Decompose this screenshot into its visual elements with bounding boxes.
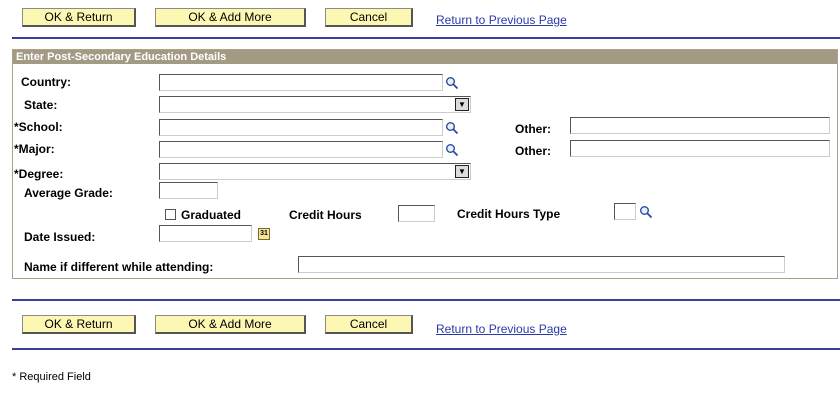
degree-label: *Degree: [14, 167, 64, 181]
ok-return-button-bottom[interactable]: OK & Return [22, 315, 136, 334]
state-select[interactable]: ▼ [159, 96, 471, 113]
graduated-checkbox[interactable] [165, 209, 176, 220]
country-input[interactable] [159, 74, 443, 91]
country-lookup-icon[interactable] [445, 76, 459, 90]
state-dropdown-icon[interactable]: ▼ [455, 98, 469, 111]
return-previous-link-top[interactable]: Return to Previous Page [436, 13, 567, 27]
middle-divider [12, 299, 840, 301]
credit-hours-input[interactable] [398, 205, 435, 222]
education-details-panel: Enter Post-Secondary Education Details C… [12, 49, 838, 279]
required-field-note: * Required Field [12, 371, 91, 383]
school-label: *School: [14, 120, 63, 134]
calendar-icon[interactable]: 31 [258, 228, 270, 240]
date-issued-label: Date Issued: [24, 230, 96, 244]
school-lookup-icon[interactable] [445, 121, 459, 135]
name-different-label: Name if different while attending: [24, 260, 214, 274]
name-different-input[interactable] [298, 256, 785, 273]
section-title: Enter Post-Secondary Education Details [13, 50, 837, 64]
major-lookup-icon[interactable] [445, 143, 459, 157]
graduated-label: Graduated [181, 208, 242, 222]
major-label: *Major: [14, 142, 55, 156]
credit-hours-type-lookup-icon[interactable] [639, 205, 653, 219]
return-previous-link-bottom[interactable]: Return to Previous Page [436, 322, 567, 336]
major-other-label: Other: [515, 144, 551, 158]
major-input[interactable] [159, 141, 443, 158]
country-label: Country: [21, 75, 71, 89]
ok-add-more-button-bottom[interactable]: OK & Add More [155, 315, 306, 334]
credit-hours-label: Credit Hours [289, 208, 362, 222]
major-other-input[interactable] [570, 140, 830, 157]
degree-dropdown-icon[interactable]: ▼ [455, 165, 469, 178]
degree-select[interactable]: ▼ [159, 163, 471, 180]
credit-hours-type-label: Credit Hours Type [457, 207, 561, 221]
state-label: State: [24, 98, 58, 112]
ok-return-button-top[interactable]: OK & Return [22, 8, 136, 27]
average-grade-input[interactable] [159, 182, 218, 199]
school-other-input[interactable] [570, 117, 830, 134]
average-grade-label: Average Grade: [24, 186, 113, 200]
top-divider [12, 37, 840, 39]
cancel-button-top[interactable]: Cancel [325, 8, 413, 27]
school-other-label: Other: [515, 122, 551, 136]
credit-hours-type-input[interactable] [614, 203, 636, 220]
date-issued-input[interactable] [159, 225, 252, 242]
cancel-button-bottom[interactable]: Cancel [325, 315, 413, 334]
bottom-divider [12, 348, 840, 350]
ok-add-more-button-top[interactable]: OK & Add More [155, 8, 306, 27]
school-input[interactable] [159, 119, 443, 136]
